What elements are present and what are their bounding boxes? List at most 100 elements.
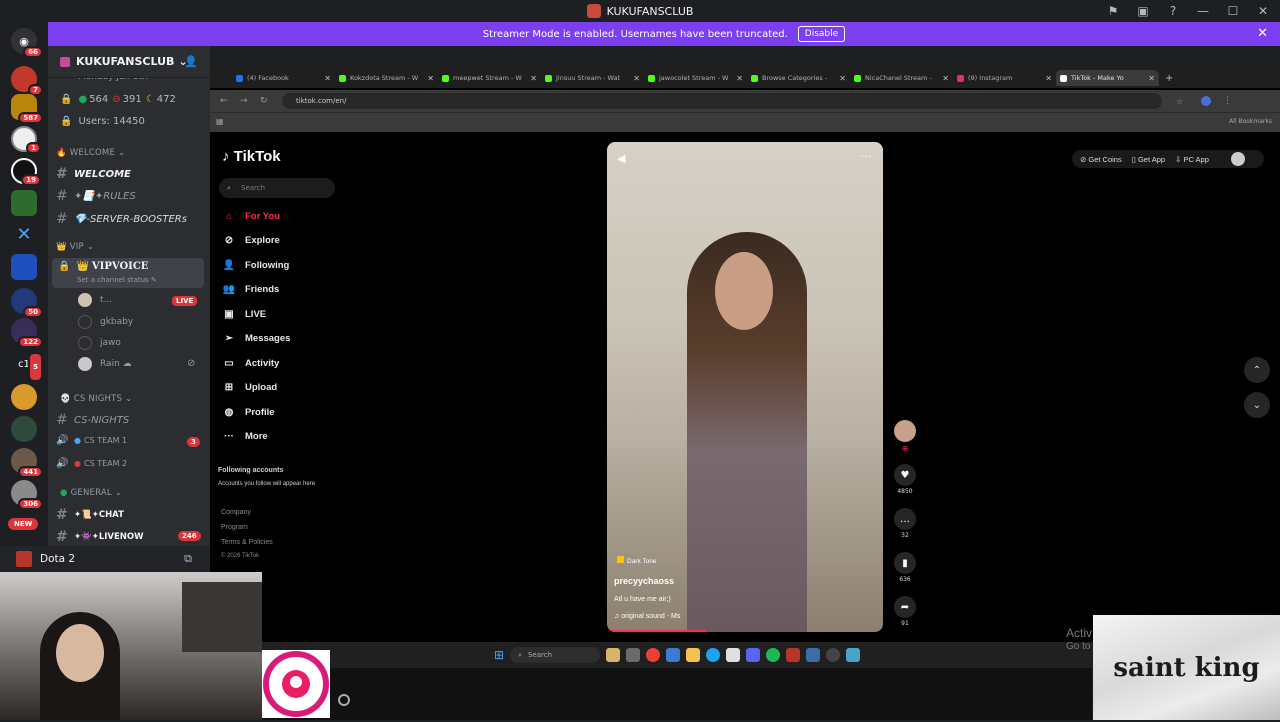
nav-messages[interactable]: ➢ Messages: [222, 333, 291, 344]
discord-home-icon[interactable]: ◉ 66: [11, 28, 43, 58]
tab-close-icon[interactable]: ✕: [633, 74, 640, 83]
category-cs-nights[interactable]: 💀 CS NIGHTS ⌄: [60, 394, 210, 404]
video-progress-bar[interactable]: [607, 630, 707, 632]
browser-tab[interactable]: (9) Instagram ✕: [953, 70, 1056, 86]
server-icon[interactable]: [11, 416, 37, 442]
video-sound[interactable]: ♫ original sound - Ms: [614, 613, 680, 620]
apps-grid-icon[interactable]: ▦: [216, 117, 224, 126]
server-icon[interactable]: [11, 254, 37, 280]
flag-icon[interactable]: ⚑: [1104, 2, 1122, 20]
previous-video-button[interactable]: ⌃: [1244, 357, 1270, 383]
video-more-icon[interactable]: ···: [861, 150, 872, 163]
back-icon[interactable]: ←: [220, 96, 230, 106]
disable-button[interactable]: Disable: [797, 26, 846, 42]
server-icon[interactable]: 7: [11, 66, 43, 96]
nav-activity[interactable]: ▭ Activity: [222, 358, 279, 369]
like-button[interactable]: ♥ 4850: [893, 464, 917, 495]
reload-icon[interactable]: ↻: [260, 96, 270, 106]
add-member-icon[interactable]: 👤: [184, 55, 198, 68]
spotify-icon[interactable]: [766, 648, 781, 662]
server-header[interactable]: KUKUFANSCLUB ⌄ 👤: [48, 46, 210, 78]
windows-start-icon[interactable]: ⊞: [494, 648, 504, 662]
new-tab-icon[interactable]: +: [1165, 73, 1173, 84]
channel-cs-nights[interactable]: # CS-NIGHTS: [56, 412, 206, 428]
effect-tag[interactable]: Dark Tone: [617, 556, 657, 565]
minimize-button[interactable]: —: [1194, 2, 1212, 20]
obs-icon[interactable]: [826, 648, 841, 662]
comment-button[interactable]: … 32: [893, 508, 917, 539]
browser-tab[interactable]: Browse Categories - ✕: [747, 70, 850, 86]
bookmark-star-icon[interactable]: ☆: [1176, 97, 1183, 106]
volume-icon[interactable]: ◀: [617, 152, 625, 165]
screen-share-icon[interactable]: ⧉: [184, 552, 192, 566]
next-video-button[interactable]: ⌄: [1244, 392, 1270, 418]
banner-close-icon[interactable]: ✕: [1257, 26, 1268, 41]
tab-close-icon[interactable]: ✕: [530, 74, 537, 83]
activity-panel[interactable]: Dota 2 ⧉: [0, 546, 210, 572]
file-explorer-icon[interactable]: [686, 648, 701, 662]
server-icon[interactable]: 122: [11, 318, 43, 348]
save-button[interactable]: ▮ 636: [893, 552, 917, 583]
voice-user[interactable]: Rain ☁: [78, 357, 132, 371]
tab-close-icon[interactable]: ✕: [1148, 74, 1155, 83]
nav-upload[interactable]: ⊞ Upload: [222, 382, 277, 393]
get-app-button[interactable]: ▯ Get App: [1132, 155, 1165, 164]
chrome-icon[interactable]: [646, 648, 661, 662]
nav-profile[interactable]: ◍ Profile: [222, 407, 275, 418]
store-icon[interactable]: [726, 648, 741, 662]
server-icon[interactable]: c1 5: [11, 352, 43, 382]
tab-close-icon[interactable]: ✕: [324, 74, 331, 83]
notepad-icon[interactable]: [846, 648, 861, 662]
taskbar-search[interactable]: ⌕ Search: [510, 647, 601, 663]
follow-plus-icon[interactable]: ⊕: [902, 444, 909, 453]
browser-tab[interactable]: Kokzdota Stream - W ✕: [335, 70, 438, 86]
nav-live[interactable]: ▣ LIVE: [222, 309, 266, 320]
server-icon[interactable]: 19: [11, 158, 41, 186]
forward-icon[interactable]: →: [240, 96, 250, 106]
server-icon[interactable]: 50: [11, 288, 43, 318]
footer-link[interactable]: Company: [221, 509, 251, 516]
tab-close-icon[interactable]: ✕: [1045, 74, 1052, 83]
browser-tab[interactable]: jawocolet Stream - W ✕: [644, 70, 747, 86]
server-icon[interactable]: 306: [11, 480, 43, 510]
nav-following[interactable]: 👤 Following: [222, 260, 290, 271]
footer-link[interactable]: Terms & Policies: [221, 539, 273, 546]
nav-friends[interactable]: 👥 Friends: [222, 284, 280, 295]
server-icon[interactable]: 441: [11, 448, 43, 478]
nav-more[interactable]: ··· More: [222, 431, 268, 442]
steam-icon[interactable]: [806, 648, 821, 662]
channel-vipvoice[interactable]: 🔒 👑 VIPVOICE Set a channel status ✎: [52, 258, 204, 288]
channel-chat[interactable]: # ✦📜✦CHAT: [56, 507, 206, 523]
url-field[interactable]: tiktok.com/en/: [282, 93, 1162, 109]
tab-close-icon[interactable]: ✕: [427, 74, 434, 83]
nav-explore[interactable]: ⊘ Explore: [222, 235, 280, 246]
all-bookmarks[interactable]: All Bookmarks: [1229, 118, 1272, 125]
profile-avatar[interactable]: [1230, 152, 1245, 166]
server-icon[interactable]: [11, 384, 37, 410]
channel-status[interactable]: Set a channel status ✎: [77, 276, 157, 284]
browser-menu-icon[interactable]: ⋮: [1223, 96, 1232, 106]
edge-icon[interactable]: [706, 648, 721, 662]
nav-for-you[interactable]: ⌂ For You: [222, 211, 280, 222]
channel-welcome[interactable]: # 𝙒𝙀𝙇𝘾𝙊𝙈𝙀: [56, 166, 206, 182]
channel-server-boosters[interactable]: # 💎-SERVER-BOOSTERs: [56, 211, 206, 227]
close-button[interactable]: ✕: [1254, 2, 1272, 20]
share-button[interactable]: ➦ 91: [893, 596, 917, 627]
taskbar-app-icon[interactable]: [606, 648, 621, 662]
help-icon[interactable]: ?: [1164, 2, 1182, 20]
browser-tab-active[interactable]: TikTok - Make Yo ✕: [1056, 70, 1159, 86]
browser-tab[interactable]: Jinsuu Stream - Wat ✕: [541, 70, 644, 86]
category-general[interactable]: ● GENERAL ⌄: [60, 488, 210, 498]
browser-tab[interactable]: meepwet Stream - W ✕: [438, 70, 541, 86]
browser-tab[interactable]: (4) Facebook ✕: [232, 70, 335, 86]
inbox-icon[interactable]: ▣: [1134, 2, 1152, 20]
tab-close-icon[interactable]: ✕: [942, 74, 949, 83]
maximize-button[interactable]: ☐: [1224, 2, 1242, 20]
discord-icon[interactable]: [746, 648, 761, 662]
footer-link[interactable]: Program: [221, 524, 248, 531]
tiktok-search-input[interactable]: ⌕ Search: [219, 178, 335, 198]
get-coins-button[interactable]: ⊘ Get Coins: [1080, 155, 1122, 164]
server-icon[interactable]: 587: [11, 94, 43, 124]
voice-user[interactable]: gkbaby: [78, 315, 133, 329]
channel-rules[interactable]: # ✦📑✦RULES: [56, 188, 206, 204]
